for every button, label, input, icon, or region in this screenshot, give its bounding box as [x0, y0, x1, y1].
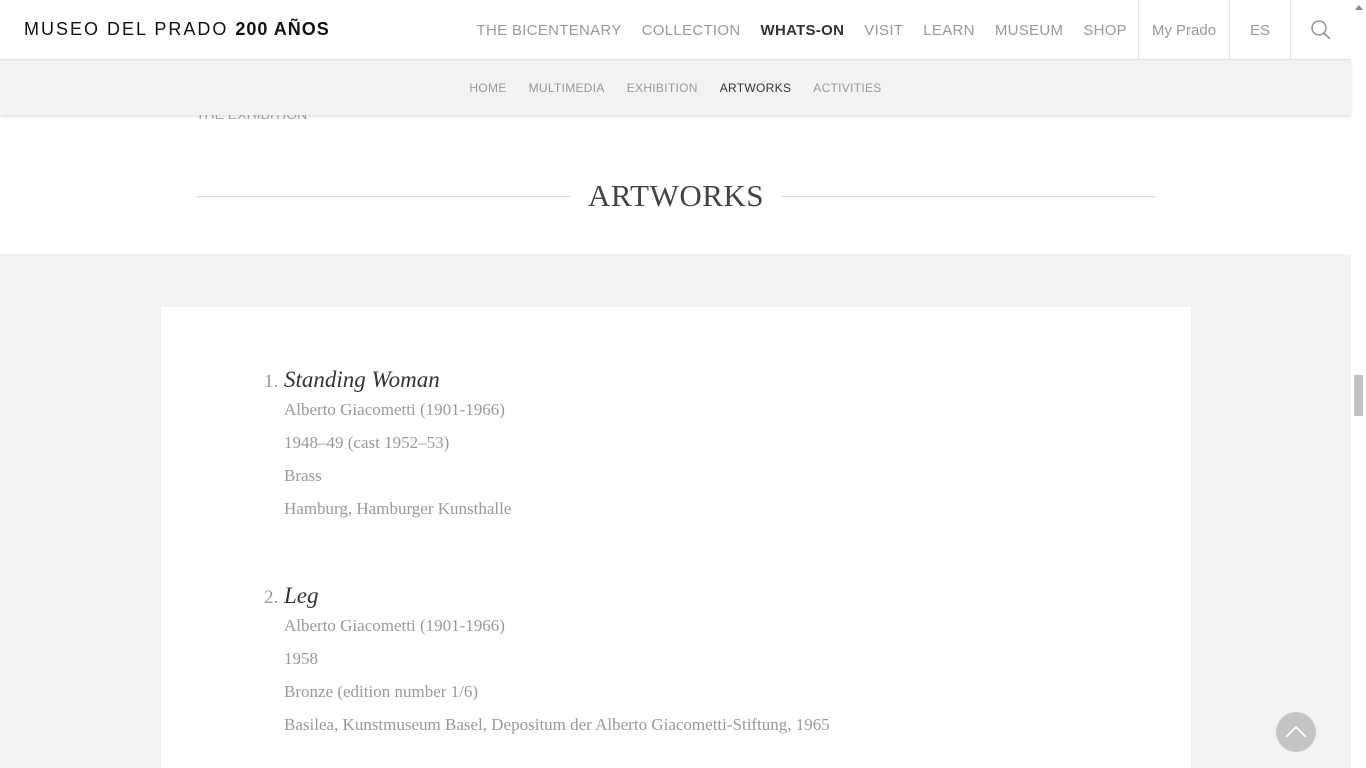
- logo-text: MUSEO DEL PRADO: [24, 19, 229, 39]
- page-title: ARTWORKS: [587, 178, 765, 213]
- divider: [782, 195, 1156, 197]
- nav-museum[interactable]: MUSEUM: [995, 22, 1063, 39]
- nav-collection[interactable]: COLLECTION: [642, 22, 741, 39]
- sub-nav: HOME MULTIMEDIA EXHIBITION ARTWORKS ACTI…: [0, 60, 1351, 115]
- scroll-up-arrow-icon[interactable]: [1355, 5, 1363, 10]
- back-to-top-button[interactable]: [1276, 712, 1316, 752]
- search-button[interactable]: [1290, 0, 1351, 60]
- main-nav: THE BICENTENARY COLLECTION WHATS-ON VISI…: [467, 0, 1351, 60]
- divider: [196, 195, 570, 197]
- artwork-artist: Alberto Giacometti (1901-1966): [284, 400, 505, 419]
- nav-learn[interactable]: LEARN: [923, 22, 975, 39]
- subnav-multimedia[interactable]: MULTIMEDIA: [529, 81, 605, 95]
- my-prado-link[interactable]: My Prado: [1138, 0, 1229, 60]
- nav-whats-on[interactable]: WHATS-ON: [760, 22, 844, 39]
- scrollbar[interactable]: [1351, 0, 1366, 768]
- language-toggle[interactable]: ES: [1229, 0, 1290, 60]
- artworks-list: 1. Standing Woman Alberto Giacometti (190…: [161, 307, 1191, 768]
- subnav-artworks[interactable]: ARTWORKS: [720, 81, 792, 95]
- artwork-date: 1948–49 (cast 1952–53): [284, 433, 450, 452]
- artwork-location: Hamburg, Hamburger Kunsthalle: [284, 499, 512, 518]
- artwork-title: Standing Woman: [284, 367, 440, 392]
- nav-shop[interactable]: SHOP: [1083, 22, 1127, 39]
- nav-bicentenary[interactable]: THE BICENTENARY: [477, 22, 622, 39]
- artwork-date: 1958: [284, 649, 318, 668]
- header: MUSEO DEL PRADO 200 AÑOS THE BICENTENARY…: [0, 0, 1351, 60]
- artwork-item: 1. Standing Woman Alberto Giacometti (190…: [264, 367, 511, 525]
- artwork-number: 2.: [264, 587, 279, 608]
- artwork-medium: Brass: [284, 466, 322, 485]
- chevron-up-icon: [1285, 725, 1307, 738]
- logo-bold-text: 200 AÑOS: [235, 19, 330, 39]
- artwork-artist: Alberto Giacometti (1901-1966): [284, 616, 505, 635]
- artwork-number: 1.: [264, 371, 279, 392]
- artwork-location: Basilea, Kunstmuseum Basel, Depositum de…: [284, 715, 830, 734]
- artwork-title: Leg: [284, 583, 319, 608]
- search-icon: [1311, 20, 1331, 40]
- subnav-activities[interactable]: ACTIVITIES: [813, 81, 881, 95]
- nav-visit[interactable]: VISIT: [864, 22, 903, 39]
- logo[interactable]: MUSEO DEL PRADO 200 AÑOS: [24, 19, 330, 40]
- section-title-row: ARTWORKS: [196, 178, 1156, 214]
- subnav-home[interactable]: HOME: [469, 81, 506, 95]
- scrollbar-thumb[interactable]: [1354, 375, 1363, 416]
- subnav-exhibition[interactable]: EXHIBITION: [627, 81, 698, 95]
- artwork-medium: Bronze (edition number 1/6): [284, 682, 479, 701]
- artwork-item: 2. Leg Alberto Giacometti (1901-1966) 195…: [264, 583, 830, 741]
- page: THE EXHIBITION ARTWORKS MUSEO DEL PRADO …: [0, 0, 1366, 768]
